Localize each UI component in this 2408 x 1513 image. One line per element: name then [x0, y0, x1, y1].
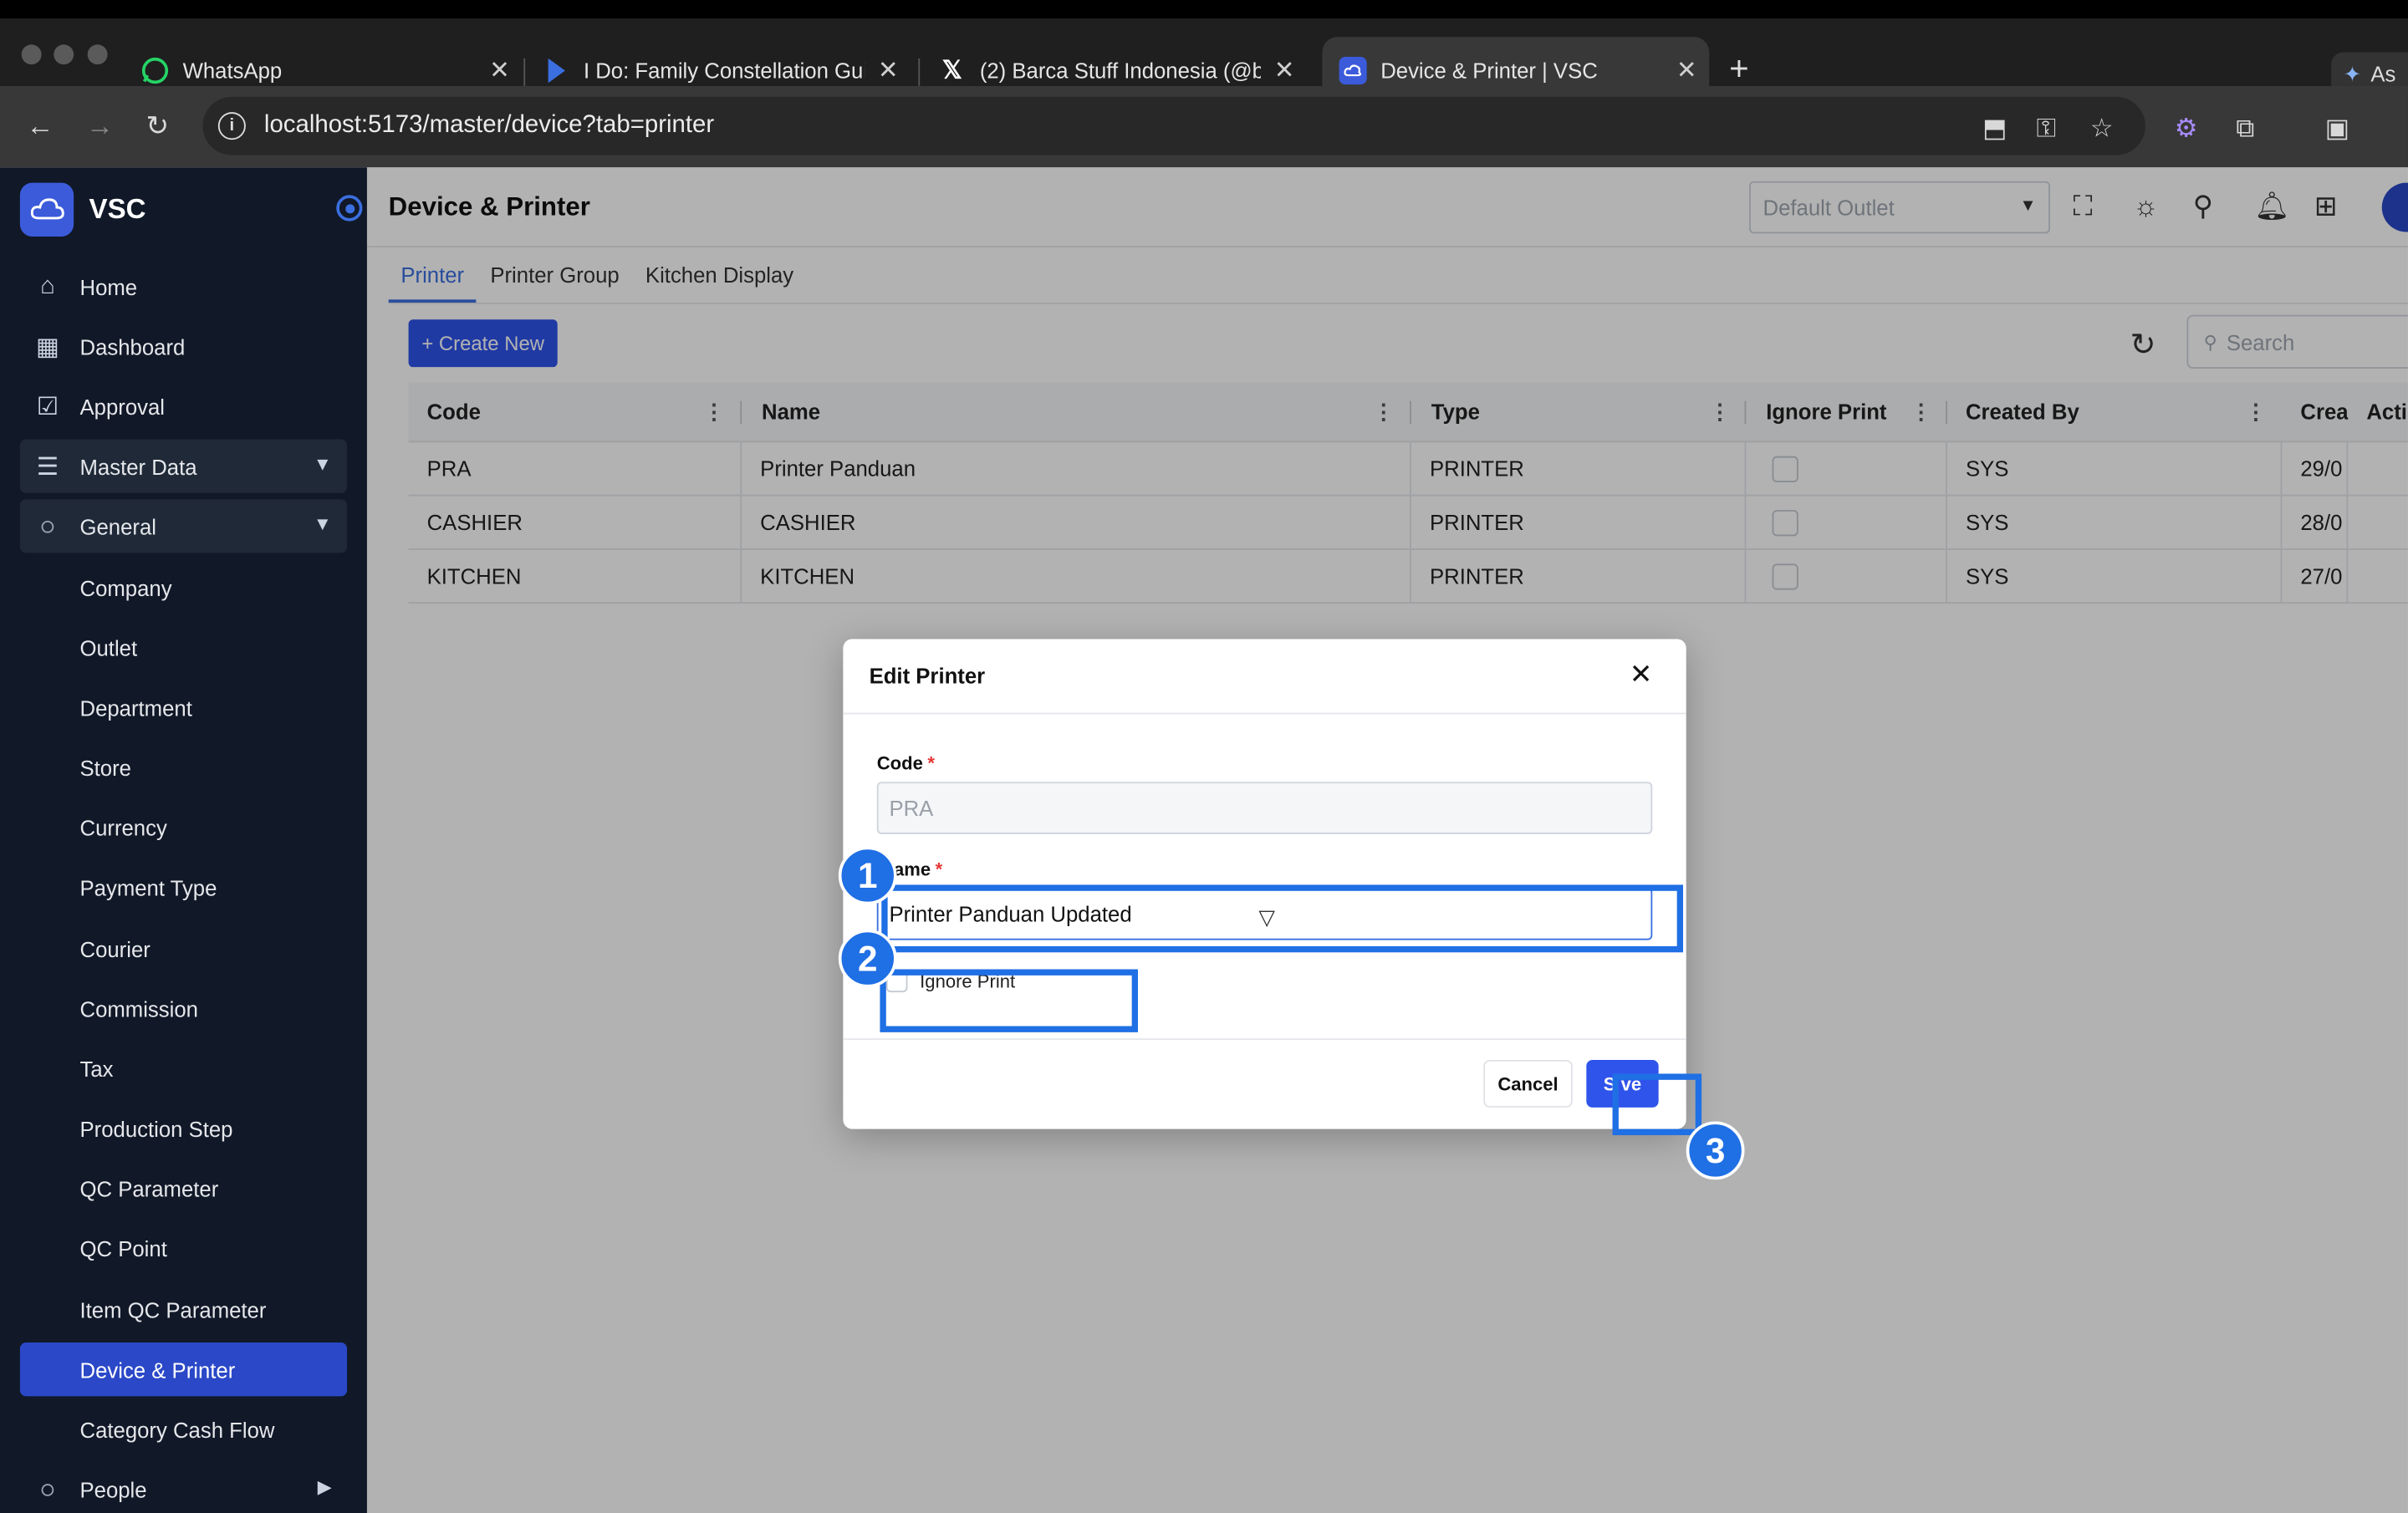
annotation-box-1 [881, 884, 1684, 953]
dialog-title: Edit Printer [869, 663, 986, 689]
screen: WhatsApp ✕ I Do: Family Constellation Gu… [0, 0, 2408, 1513]
sidebar-item-device-printer[interactable]: Device & Printer [19, 1342, 348, 1397]
browser-tab-strip: WhatsApp ✕ I Do: Family Constellation Gu… [0, 0, 2408, 104]
sidebar-item-general[interactable]: General ▼ [19, 499, 348, 553]
browser-toolbar: ← → ↻ i localhost:5173/master/device?tab… [0, 85, 2408, 168]
sidebar-item-store[interactable]: Store [20, 741, 347, 794]
dialog-footer-divider [843, 1038, 1686, 1041]
window-close-dot[interactable] [21, 44, 42, 65]
new-tab-icon[interactable]: + [1729, 49, 1749, 89]
reload-icon[interactable]: ↻ [145, 110, 169, 143]
annotation-badge-3: 3 [1686, 1121, 1745, 1180]
dialog-header-divider [843, 712, 1686, 715]
close-icon[interactable]: ✕ [878, 55, 899, 86]
chevron-down-icon: ▼ [313, 512, 332, 535]
sidebar-item-item-qc-parameter[interactable]: Item QC Parameter [20, 1282, 347, 1336]
sidebar-item-outlet[interactable]: Outlet [20, 620, 347, 674]
sidebar-item-department[interactable]: Department [20, 680, 347, 734]
close-icon[interactable]: ✕ [1630, 659, 1653, 691]
password-key-icon[interactable]: ⚿ [2036, 114, 2056, 145]
bookmark-flag-icon [542, 57, 569, 84]
name-label: ame * [893, 858, 943, 880]
home-icon: ⌂ [40, 273, 55, 299]
sidebar-item-currency[interactable]: Currency [20, 800, 347, 853]
dashboard-icon: ▦ [36, 334, 59, 360]
sidebar-item-tax[interactable]: Tax [20, 1042, 347, 1095]
sidebar-item-qc-parameter[interactable]: QC Parameter [20, 1161, 347, 1215]
address-bar[interactable]: i localhost:5173/master/device?tab=print… [202, 96, 2145, 155]
code-field[interactable]: PRA [876, 782, 1653, 834]
circle-icon [41, 1483, 54, 1495]
sidebar-item-approval[interactable]: ☑ Approval [20, 380, 347, 433]
window-zoom-dot[interactable] [87, 44, 108, 65]
chevron-down-icon: ▼ [313, 453, 332, 475]
close-icon[interactable]: ✕ [1274, 55, 1295, 86]
sidebar-collapse-toggle[interactable] [336, 195, 363, 222]
whatsapp-icon [141, 57, 169, 84]
sidebar-item-production-step[interactable]: Production Step [20, 1102, 347, 1155]
site-info-icon[interactable]: i [217, 112, 246, 140]
sidebar-item-people[interactable]: People ▶ [20, 1462, 347, 1513]
chevron-right-icon: ▶ [317, 1475, 332, 1498]
close-icon[interactable]: ✕ [489, 55, 510, 86]
database-icon: ☰ [36, 454, 59, 481]
sidebar-item-category-cash-flow[interactable]: Category Cash Flow [20, 1403, 347, 1456]
bookmark-star-icon[interactable]: ☆ [2090, 114, 2114, 145]
vsc-logo-icon [19, 181, 74, 237]
extension-gear-icon[interactable]: ⚙ [2175, 114, 2198, 145]
annotation-box-2 [880, 969, 1138, 1032]
extensions-puzzle-icon[interactable]: ⧉ [2236, 114, 2254, 145]
approval-icon: ☑ [36, 394, 59, 420]
sidebar-item-company[interactable]: Company [20, 561, 347, 614]
back-icon[interactable]: ← [26, 110, 54, 143]
annotation-badge-1: 1 [838, 846, 897, 905]
sidebar-item-home[interactable]: ⌂ Home [20, 260, 347, 313]
code-label: Code * [876, 752, 935, 775]
vsc-cloud-icon [1339, 56, 1367, 85]
brand: VSC [19, 180, 363, 238]
annotation-box-3 [1612, 1073, 1702, 1135]
x-logo-icon: 𝕏 [941, 58, 962, 85]
sidebar-item-dashboard[interactable]: ▦ Dashboard [20, 319, 347, 373]
sidebar-item-commission[interactable]: Commission [20, 981, 347, 1035]
install-app-icon[interactable]: ⬒ [1982, 114, 2008, 145]
sidebar-item-payment-type[interactable]: Payment Type [20, 860, 347, 914]
annotation-badge-2: 2 [838, 929, 897, 988]
side-panel-icon[interactable]: ▣ [2325, 114, 2350, 145]
sidebar-item-courier[interactable]: Courier [20, 922, 347, 976]
sidebar-item-master-data[interactable]: ☰ Master Data ▼ [19, 439, 348, 493]
sparkle-icon: ✦ [2343, 60, 2362, 85]
window-minimize-dot[interactable] [54, 44, 74, 65]
circle-icon [41, 520, 54, 532]
sidebar: VSC ⌂ Home ▦ Dashboard ☑ Approval ☰ Mast… [0, 167, 367, 1513]
close-icon[interactable]: ✕ [1676, 55, 1697, 86]
cancel-button[interactable]: Cancel [1483, 1059, 1573, 1108]
sidebar-item-qc-point[interactable]: QC Point [20, 1221, 347, 1275]
forward-icon[interactable]: → [86, 110, 114, 143]
